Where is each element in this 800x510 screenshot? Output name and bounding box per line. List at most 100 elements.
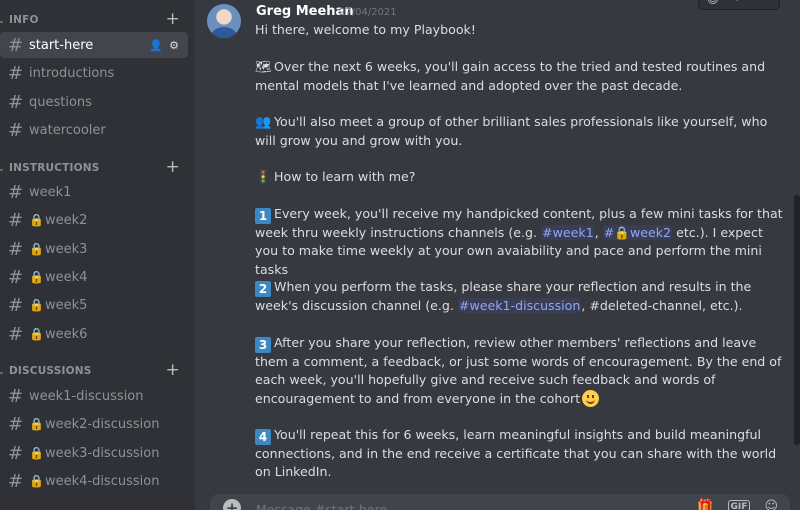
category-discussions[interactable]: ⌄ DISCUSSIONS + bbox=[0, 360, 195, 380]
composer-placeholder: Message #start-here bbox=[256, 502, 388, 510]
channel-week1[interactable]: # week1 bbox=[0, 179, 188, 205]
hash-icon: # bbox=[8, 181, 24, 203]
chevron-down-icon: ⌄ bbox=[0, 163, 5, 173]
message-paragraph-1: 🗺 Over the next 6 weeks, you'll gain acc… bbox=[255, 58, 790, 96]
channel-week5[interactable]: # 🔒 week5 bbox=[0, 292, 188, 318]
chevron-down-icon: ⌄ bbox=[0, 366, 5, 376]
channel-label: week1 bbox=[29, 184, 72, 200]
map-emoji: 🗺 bbox=[255, 60, 272, 75]
lock-icon: 🔒 bbox=[29, 298, 44, 312]
people-emoji: 👥 bbox=[255, 115, 272, 130]
hash-icon: # bbox=[8, 119, 24, 141]
chevron-down-icon: ⌄ bbox=[0, 15, 5, 25]
lock-icon: 🔒 bbox=[29, 213, 44, 227]
plus-icon[interactable]: + bbox=[166, 360, 180, 380]
scrollbar[interactable] bbox=[794, 195, 800, 445]
channel-label: introductions bbox=[29, 65, 115, 81]
channel-week6[interactable]: # 🔒 week6 bbox=[0, 321, 188, 347]
hash-icon: # bbox=[8, 323, 24, 345]
channel-questions[interactable]: # questions bbox=[0, 89, 188, 115]
emoji-picker-icon[interactable]: ☺ bbox=[764, 499, 778, 510]
channel-label: week2-discussion bbox=[44, 416, 160, 432]
hash-icon: # bbox=[8, 442, 24, 464]
hash-icon: # bbox=[8, 34, 24, 56]
message-greeting: Hi there, welcome to my Playbook! bbox=[255, 21, 790, 39]
channel-week4[interactable]: # 🔒 week4 bbox=[0, 264, 188, 290]
keycap-two-icon: 2 bbox=[255, 281, 271, 297]
channel-mention[interactable]: #🔒week2 bbox=[602, 225, 673, 240]
paragraph-text: You'll also meet a group of other brilli… bbox=[255, 114, 768, 149]
message-step-3: 3 After you share your reflection, review… bbox=[255, 334, 790, 408]
message-pane: ☺ ↶ ⋯ Greg Meehan 27/04/2021 Hi there, w… bbox=[195, 0, 800, 510]
message-paragraph-2: 👥 You'll also meet a group of other bril… bbox=[255, 113, 790, 151]
channel-label: week5 bbox=[44, 297, 88, 313]
channel-week3[interactable]: # 🔒 week3 bbox=[0, 236, 188, 262]
hash-icon: # bbox=[8, 470, 24, 492]
channel-label: questions bbox=[29, 94, 92, 110]
channel-week2-discussion[interactable]: # 🔒 week2-discussion bbox=[0, 411, 188, 437]
add-member-icon[interactable]: 👤 bbox=[149, 39, 163, 52]
hash-icon: # bbox=[8, 385, 24, 407]
hash-icon: # bbox=[8, 91, 24, 113]
paragraph-text: How to learn with me? bbox=[274, 169, 416, 184]
traffic-light-emoji: 🚦 bbox=[255, 170, 272, 185]
add-reaction-icon[interactable]: ☺ bbox=[707, 0, 720, 6]
category-label: INFO bbox=[9, 14, 39, 26]
lock-icon: 🔒 bbox=[29, 270, 44, 284]
gif-icon[interactable]: GIF bbox=[727, 499, 751, 510]
message-paragraph-3: 🚦 How to learn with me? bbox=[255, 168, 790, 187]
keycap-three-icon: 3 bbox=[255, 337, 271, 353]
lock-icon: 🔒 bbox=[29, 417, 44, 431]
category-label: INSTRUCTIONS bbox=[9, 162, 100, 174]
category-info[interactable]: ⌄ INFO + bbox=[0, 9, 195, 29]
hash-icon: # bbox=[8, 266, 24, 288]
hash-icon: # bbox=[8, 413, 24, 435]
lock-icon: 🔒 bbox=[29, 446, 44, 460]
channel-label: start-here bbox=[29, 37, 94, 53]
reply-icon[interactable]: ↶ bbox=[734, 0, 744, 6]
keycap-four-icon: 4 bbox=[255, 429, 271, 445]
message-composer[interactable]: + Message #start-here 🎁 GIF ☺ bbox=[210, 494, 790, 510]
channel-label: week4-discussion bbox=[44, 473, 160, 489]
hash-icon: # bbox=[8, 238, 24, 260]
channel-week4-discussion[interactable]: # 🔒 week4-discussion bbox=[0, 468, 188, 494]
channel-week3-discussion[interactable]: # 🔒 week3-discussion bbox=[0, 440, 188, 466]
message-step-1: 1 Every week, you'll receive my handpicke… bbox=[255, 206, 783, 277]
step-text: , #deleted-channel, etc.). bbox=[581, 298, 743, 313]
channel-watercooler[interactable]: # watercooler bbox=[0, 117, 188, 143]
channel-sidebar: ⌄ INFO + # start-here 👤 ⚙ # introduction… bbox=[0, 0, 195, 510]
channel-label: week3-discussion bbox=[44, 445, 160, 461]
category-label: DISCUSSIONS bbox=[9, 365, 92, 377]
channel-start-here[interactable]: # start-here 👤 ⚙ bbox=[0, 32, 188, 58]
plus-icon[interactable]: + bbox=[166, 157, 180, 177]
step-text: After you share your reflection, review … bbox=[255, 335, 782, 406]
channel-label: week6 bbox=[44, 326, 88, 342]
channel-introductions[interactable]: # introductions bbox=[0, 60, 188, 86]
smile-emoji bbox=[582, 389, 600, 407]
channel-label: week3 bbox=[44, 241, 88, 257]
paragraph-text: Over the next 6 weeks, you'll gain acces… bbox=[255, 59, 766, 94]
gift-icon[interactable]: 🎁 bbox=[697, 499, 713, 510]
channel-mention[interactable]: #week1 bbox=[541, 225, 595, 240]
channel-week1-discussion[interactable]: # week1-discussion bbox=[0, 383, 188, 409]
channel-week2[interactable]: # 🔒 week2 bbox=[0, 207, 188, 233]
message-actions-bar: ☺ ↶ ⋯ bbox=[698, 0, 780, 10]
lock-icon: 🔒 bbox=[29, 474, 44, 488]
hash-icon: # bbox=[8, 209, 24, 231]
channel-label: week4 bbox=[44, 269, 88, 285]
channel-label: week2 bbox=[44, 212, 88, 228]
message-step-2: 2 When you perform the tasks, please shar… bbox=[255, 278, 790, 315]
channel-mention[interactable]: #week1-discussion bbox=[457, 298, 582, 313]
greeting-text: Hi there, welcome to my Playbook! bbox=[255, 22, 476, 37]
more-icon[interactable]: ⋯ bbox=[759, 0, 771, 6]
lock-icon: 🔒 bbox=[29, 242, 44, 256]
channel-label: watercooler bbox=[29, 122, 106, 138]
plus-icon[interactable]: + bbox=[166, 9, 180, 29]
step-text: You'll repeat this for 6 weeks, learn me… bbox=[255, 427, 777, 480]
message-step-4: 4 You'll repeat this for 6 weeks, learn m… bbox=[255, 426, 790, 482]
add-attachment-icon[interactable]: + bbox=[223, 499, 241, 510]
avatar[interactable] bbox=[207, 4, 241, 38]
category-instructions[interactable]: ⌄ INSTRUCTIONS + bbox=[0, 157, 195, 177]
channel-label: week1-discussion bbox=[29, 388, 144, 404]
gear-icon[interactable]: ⚙ bbox=[169, 39, 179, 52]
